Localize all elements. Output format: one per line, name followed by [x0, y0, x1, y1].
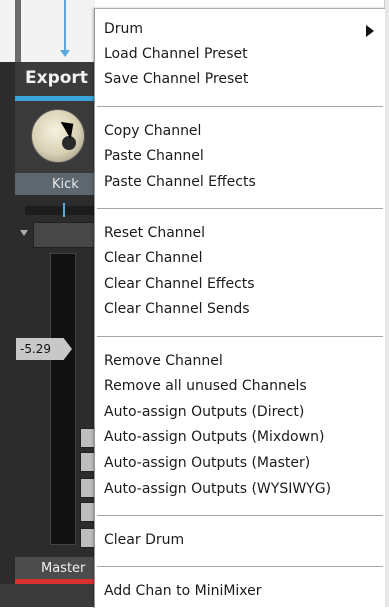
menu-item-remove-unused-channels[interactable]: Remove all unused Channels [104, 378, 307, 395]
menu-separator [97, 336, 383, 337]
export-label: Export [25, 68, 88, 88]
menu-item-auto-assign-master[interactable]: Auto-assign Outputs (Master) [104, 455, 310, 472]
insert-slot[interactable] [33, 222, 97, 248]
menu-item-save-channel-preset[interactable]: Save Channel Preset [104, 71, 248, 88]
volume-fader-track[interactable] [50, 253, 76, 545]
output-label: Master [41, 561, 86, 576]
menu-item-copy-channel[interactable]: Copy Channel [104, 123, 201, 140]
menu-item-auto-assign-mixdown[interactable]: Auto-assign Outputs (Mixdown) [104, 429, 324, 446]
pan-slider[interactable] [25, 206, 95, 215]
expand-arrow-icon[interactable] [20, 230, 28, 236]
routing-arrow-icon [60, 50, 70, 57]
menu-item-paste-channel[interactable]: Paste Channel [104, 148, 204, 165]
routing-area [0, 0, 95, 62]
menu-item-paste-channel-effects[interactable]: Paste Channel Effects [104, 174, 256, 191]
menu-item-clear-channel-effects[interactable]: Clear Channel Effects [104, 276, 255, 293]
pan-indicator [63, 203, 65, 217]
menu-item-add-chan-to-minimixer[interactable]: Add Chan to MiniMixer [104, 583, 262, 600]
submenu-arrow-icon [366, 25, 374, 37]
menu-separator [97, 208, 383, 209]
menu-item-clear-drum[interactable]: Clear Drum [104, 532, 184, 549]
scroll-rail [15, 0, 21, 62]
menu-item-load-channel-preset[interactable]: Load Channel Preset [104, 46, 248, 63]
menu-item-auto-assign-wysiwyg[interactable]: Auto-assign Outputs (WYSIWYG) [104, 481, 331, 498]
fader-value-readout: -5.29 [20, 342, 52, 356]
menu-separator [97, 515, 383, 516]
kick-drum-icon[interactable] [31, 109, 85, 163]
bottom-strip [0, 584, 95, 607]
menu-item-drum[interactable]: Drum [104, 21, 143, 38]
channel-name-label: Kick [52, 177, 79, 192]
routing-wire [64, 0, 66, 54]
menu-item-reset-channel[interactable]: Reset Channel [104, 225, 205, 242]
menu-item-remove-channel[interactable]: Remove Channel [104, 353, 223, 370]
menu-item-auto-assign-direct[interactable]: Auto-assign Outputs (Direct) [104, 404, 304, 421]
menu-separator [97, 106, 383, 107]
menu-item-clear-channel-sends[interactable]: Clear Channel Sends [104, 301, 250, 318]
menu-item-clear-channel[interactable]: Clear Channel [104, 250, 203, 267]
channel-context-menu: Drum Load Channel Preset Save Channel Pr… [94, 8, 385, 608]
menu-separator [97, 566, 383, 567]
